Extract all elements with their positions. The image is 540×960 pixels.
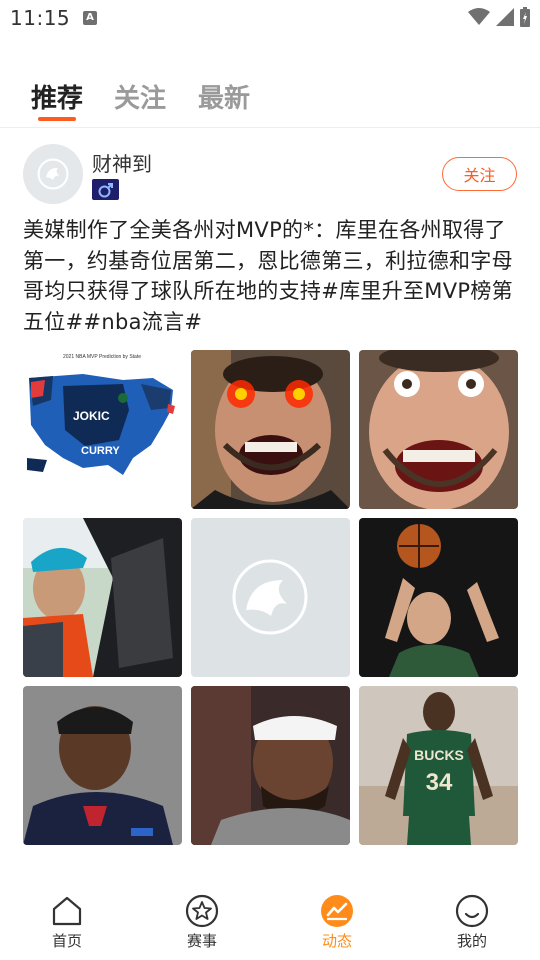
curry-laser-eyes-image[interactable] <box>191 350 350 509</box>
embiid-image[interactable] <box>23 686 182 845</box>
nav-label-me: 我的 <box>456 932 487 950</box>
nav-item-activity[interactable]: 动态 <box>297 894 377 951</box>
status-icons <box>468 7 530 27</box>
wifi-icon <box>468 8 490 25</box>
follow-button[interactable]: 关注 <box>442 157 517 191</box>
post-text: 美媒制作了全美各州对MVP的*：库里在各州取得了第一，约基奇位居第二，恩比德第三… <box>23 218 513 334</box>
jokic-shooting-image[interactable] <box>359 518 518 677</box>
nav-label-home: 首页 <box>51 932 82 950</box>
star-icon <box>185 894 219 928</box>
nav-label-events: 赛事 <box>186 932 217 950</box>
smile-icon <box>455 894 489 928</box>
tab-recommend[interactable]: 推荐 <box>31 78 83 115</box>
nav-label-activity: 动态 <box>321 932 352 950</box>
male-gender-icon <box>92 179 119 200</box>
map-label-jokic: JOKIC <box>73 409 110 423</box>
curry-car-selfie-image[interactable] <box>23 518 182 677</box>
signal-icon <box>496 8 514 26</box>
post-username[interactable]: 财神到 <box>92 148 152 177</box>
battery-icon <box>520 7 530 27</box>
mvp-map-image[interactable]: 2021 NBA MVP Prediction by State JOKIC C… <box>23 350 182 509</box>
notification-icon: A <box>83 11 97 25</box>
giannis-image[interactable]: BUCKS 34 <box>359 686 518 845</box>
nav-item-me[interactable]: 我的 <box>432 894 512 951</box>
default-avatar-icon <box>37 158 69 190</box>
curry-funny-face-image[interactable] <box>359 350 518 509</box>
feed-tabs: 推荐 关注 最新 <box>0 70 540 128</box>
nav-item-home[interactable]: 首页 <box>27 894 107 951</box>
activity-icon <box>321 895 353 927</box>
map-label-curry: CURRY <box>81 445 120 457</box>
nav-item-events[interactable]: 赛事 <box>162 894 242 951</box>
placeholder-logo-icon <box>232 559 308 635</box>
tab-indicator <box>38 117 76 121</box>
tab-following[interactable]: 关注 <box>114 78 166 115</box>
jersey-team-text: BUCKS <box>414 747 464 763</box>
map-title: 2021 NBA MVP Prediction by State <box>63 354 141 360</box>
avatar[interactable] <box>23 144 83 204</box>
lillard-image[interactable] <box>191 686 350 845</box>
status-time: 11:15 <box>10 6 71 30</box>
status-bar: 11:15 A <box>0 0 540 36</box>
image-placeholder[interactable] <box>191 518 350 677</box>
jersey-number-text: 34 <box>426 769 453 796</box>
bottom-nav: 首页 赛事 动态 我的 <box>0 880 540 960</box>
home-icon <box>52 896 82 926</box>
tab-latest[interactable]: 最新 <box>198 78 250 115</box>
